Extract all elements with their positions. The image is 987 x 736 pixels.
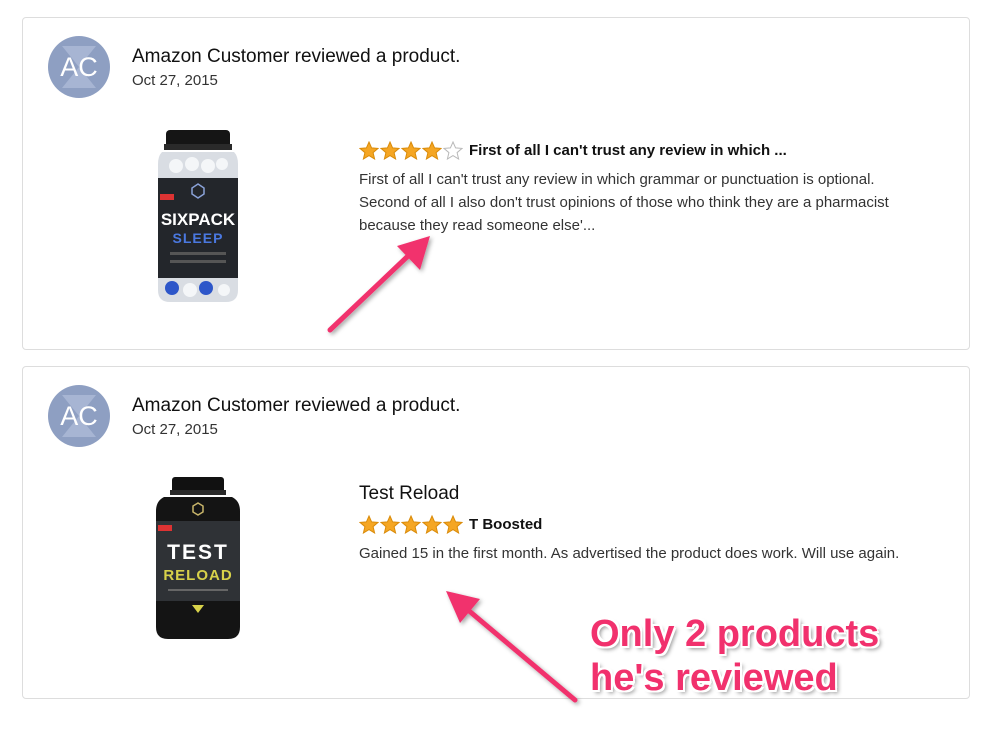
review-title[interactable]: T Boosted (469, 516, 542, 533)
star-filled-icon (401, 514, 421, 534)
review-date: Oct 27, 2015 (132, 421, 218, 438)
avatar-initials: AC (60, 401, 98, 431)
product-label-line2: SLEEP (173, 230, 224, 246)
star-filled-icon (380, 140, 400, 160)
product-image[interactable]: SIXPACK SLEEP (148, 130, 248, 305)
annotation-line-2: he's reviewed (590, 657, 838, 699)
star-filled-icon (443, 514, 463, 534)
star-filled-icon (359, 140, 379, 160)
review-card: AC Amazon Customer reviewed a product. O… (22, 17, 970, 350)
reviewer-line[interactable]: Amazon Customer reviewed a product. (132, 395, 460, 417)
annotation-text: Only 2 products he's reviewed (590, 612, 879, 700)
rating-row: T Boosted (359, 513, 929, 535)
product-label-line2: RELOAD (163, 567, 232, 584)
star-filled-icon (359, 514, 379, 534)
star-rating[interactable] (359, 140, 463, 160)
star-filled-icon (422, 514, 442, 534)
avatar-initials: AC (60, 52, 98, 82)
review-body: Test Reload T Boosted Gained 15 in the f… (359, 483, 929, 565)
star-empty-icon (443, 140, 463, 160)
review-date: Oct 27, 2015 (132, 72, 218, 89)
star-filled-icon (422, 140, 442, 160)
product-image[interactable]: TEST RELOAD (148, 477, 248, 642)
star-filled-icon (401, 140, 421, 160)
product-label-line1: SIXPACK (161, 210, 236, 229)
review-text: Gained 15 in the first month. As adverti… (359, 545, 900, 562)
product-title[interactable]: Test Reload (359, 483, 929, 505)
review-body: First of all I can't trust any review in… (359, 139, 929, 237)
review-title[interactable]: First of all I can't trust any review in… (469, 142, 787, 159)
reviewer-avatar[interactable]: AC (48, 385, 110, 447)
star-filled-icon (380, 514, 400, 534)
annotation-line-1: Only 2 products (590, 613, 880, 655)
star-rating[interactable] (359, 514, 463, 534)
rating-row: First of all I can't trust any review in… (359, 139, 929, 161)
reviewer-avatar[interactable]: AC (48, 36, 110, 98)
reviewer-line[interactable]: Amazon Customer reviewed a product. (132, 46, 460, 68)
review-text: First of all I can't trust any review in… (359, 171, 889, 234)
product-label-line1: TEST (167, 541, 229, 564)
